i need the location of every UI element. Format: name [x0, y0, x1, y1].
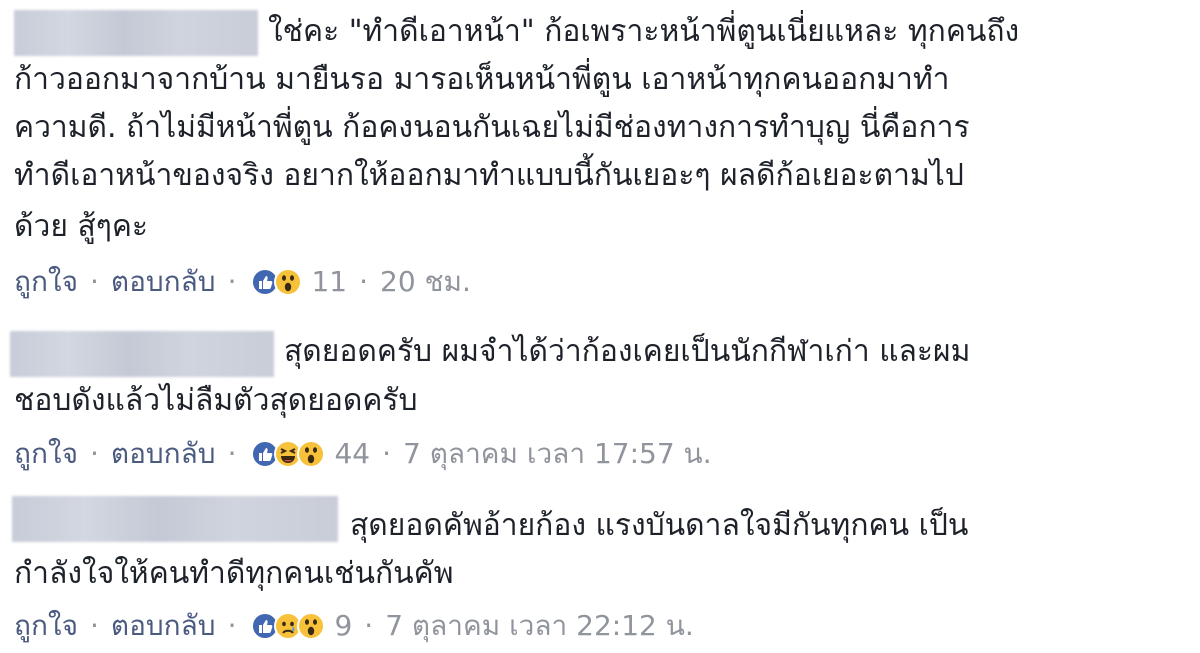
reaction-count[interactable]: 11 — [311, 262, 347, 302]
comment-actions: ถูกใจ · ตอบกลับ · 44 · 7 ตุลาคม เวลา 17:… — [14, 434, 712, 474]
comment-text-line: ใช่คะ "ทำดีเอาหน้า" ก้อเพราะหน้าพี่ตูนเน… — [268, 14, 1020, 49]
comment-actions: ถูกใจ · ตอบกลับ · 11 · 20 ชม. — [14, 262, 471, 302]
comment-text-line: สุดยอดคัพอ้ายก้อง แรงบันดาลใจมีกันทุกคน … — [350, 508, 969, 543]
wow-reaction-icon — [296, 439, 326, 469]
commenter-name-blurred[interactable] — [10, 331, 274, 377]
reaction-summary[interactable] — [250, 439, 326, 469]
commenter-name-blurred[interactable] — [12, 496, 338, 542]
like-link[interactable]: ถูกใจ — [14, 606, 78, 646]
reply-link[interactable]: ตอบกลับ — [111, 434, 216, 474]
separator-dot: · — [359, 265, 369, 298]
comment-text-line: ก้าวออกมาจากบ้าน มายืนรอ มารอเห็นหน้าพี่… — [14, 62, 950, 97]
comment-actions: ถูกใจ · ตอบกลับ · 9 · 7 ตุลาคม เวลา 22:1… — [14, 606, 694, 646]
reaction-summary[interactable] — [250, 611, 326, 641]
comment-text-line: ชอบดังแล้วไม่ลืมตัวสุดยอดครับ — [14, 383, 418, 418]
comment-text-line: ทำดีเอาหน้าของจริง อยากให้ออกมาทำแบบนี้ก… — [14, 158, 964, 193]
separator-dot: · — [364, 609, 374, 642]
wow-reaction-icon — [296, 611, 326, 641]
separator-dot: · — [382, 437, 392, 470]
reaction-count[interactable]: 9 — [334, 606, 352, 646]
reply-link[interactable]: ตอบกลับ — [111, 262, 216, 302]
separator-dot: · — [227, 437, 237, 470]
comment-timestamp[interactable]: 20 ชม. — [380, 262, 471, 302]
like-link[interactable]: ถูกใจ — [14, 262, 78, 302]
comment-text-line: กำลังใจให้คนทำดีทุกคนเช่นกันคัพ — [14, 556, 454, 591]
comment-text-line: ความดี. ถ้าไม่มีหน้าพี่ตูน ก้อคงนอนกันเฉ… — [14, 110, 970, 145]
separator-dot: · — [89, 437, 99, 470]
reply-link[interactable]: ตอบกลับ — [111, 606, 216, 646]
wow-reaction-icon — [273, 267, 303, 297]
reaction-count[interactable]: 44 — [334, 434, 370, 474]
comment-text-line: ด้วย สู้ๆคะ — [14, 209, 149, 244]
separator-dot: · — [89, 265, 99, 298]
comment-timestamp[interactable]: 7 ตุลาคม เวลา 22:12 น. — [385, 606, 694, 646]
comment-timestamp[interactable]: 7 ตุลาคม เวลา 17:57 น. — [403, 434, 712, 474]
reaction-summary[interactable] — [250, 267, 303, 297]
comment-text-line: สุดยอดครับ ผมจำได้ว่าก้องเคยเป็นนักกีฬาเ… — [284, 334, 971, 369]
like-link[interactable]: ถูกใจ — [14, 434, 78, 474]
separator-dot: · — [227, 609, 237, 642]
commenter-name-blurred[interactable] — [14, 10, 258, 56]
separator-dot: · — [227, 265, 237, 298]
separator-dot: · — [89, 609, 99, 642]
